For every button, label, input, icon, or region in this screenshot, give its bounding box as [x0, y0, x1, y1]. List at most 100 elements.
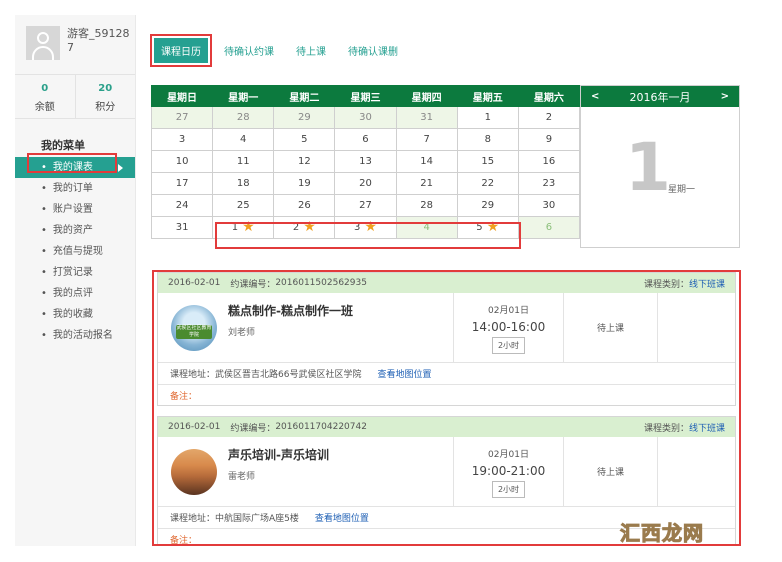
- sidebar-item-my-assets[interactable]: • 我的资产: [15, 220, 135, 241]
- calendar-week-row: 24 25 26 27 28 29 30: [150, 194, 581, 217]
- calendar-day[interactable]: 28: [212, 106, 275, 129]
- calendar-day[interactable]: 31: [395, 106, 458, 129]
- lesson-duration: 2小时: [491, 481, 526, 498]
- calendar-day[interactable]: 30: [517, 194, 581, 217]
- balance-value: 0: [41, 83, 49, 94]
- note-row: 备注：: [158, 385, 735, 405]
- course-name[interactable]: 声乐培训-声乐培训: [228, 446, 329, 463]
- lesson-day: 02月01日: [488, 306, 529, 316]
- lesson-day: 02月01日: [488, 450, 529, 460]
- prev-month-button[interactable]: <: [591, 91, 599, 102]
- tab-pending-class[interactable]: 待上课: [296, 43, 326, 58]
- calendar-day[interactable]: 2: [517, 106, 581, 129]
- calendar-week-row: 17 18 19 20 21 22 23: [150, 172, 581, 195]
- sidebar-item-my-reviews[interactable]: • 我的点评: [15, 283, 135, 304]
- calendar-day[interactable]: 7: [395, 128, 458, 151]
- calendar-day[interactable]: 29: [456, 194, 519, 217]
- calendar-day[interactable]: 21: [395, 172, 458, 195]
- balance-stat[interactable]: 0 余额: [15, 75, 76, 118]
- view-map-link[interactable]: 查看地图位置: [377, 367, 431, 380]
- lesson-actions: [658, 437, 735, 506]
- weekday-header: 星期二: [273, 85, 336, 107]
- calendar-day[interactable]: 6: [334, 128, 397, 151]
- sidebar-item-label: 我的点评: [52, 288, 93, 299]
- calendar-day[interactable]: 22: [456, 172, 519, 195]
- balance-label: 余额: [34, 102, 55, 113]
- weekday-header: 星期一: [212, 85, 275, 107]
- calendar-day[interactable]: 31: [150, 216, 214, 239]
- weekday-header: 星期三: [334, 85, 397, 107]
- calendar-day[interactable]: 6: [517, 216, 581, 239]
- sidebar-item-my-orders[interactable]: • 我的订单: [15, 178, 135, 199]
- calendar-day[interactable]: 15: [456, 150, 519, 173]
- calendar-day[interactable]: 11: [212, 150, 275, 173]
- calendar-day[interactable]: 13: [334, 150, 397, 173]
- lesson-card-header: 2016-02-01 约课编号： 2016011704220742 课程类别： …: [158, 417, 735, 437]
- course-thumbnail[interactable]: 武侯区社区教育学院: [171, 305, 217, 351]
- sidebar-item-label: 充值与提现: [52, 246, 103, 257]
- course-thumbnail[interactable]: [171, 449, 217, 495]
- view-map-link[interactable]: 查看地图位置: [315, 511, 369, 524]
- calendar-day[interactable]: 4: [212, 128, 275, 151]
- calendar-day[interactable]: 30: [334, 106, 397, 129]
- sidebar-item-recharge-withdraw[interactable]: • 充值与提现: [15, 241, 135, 262]
- sidebar-item-label: 打赏记录: [52, 267, 93, 278]
- calendar-day[interactable]: 3: [150, 128, 214, 151]
- course-type-link[interactable]: 线下班课: [689, 421, 725, 434]
- weekday-header: 星期四: [395, 85, 458, 107]
- weekday-header: 星期五: [456, 85, 519, 107]
- tab-course-calendar[interactable]: 课程日历: [150, 33, 212, 67]
- user-panel: 游客_591287: [15, 15, 135, 75]
- calendar-day[interactable]: 9: [517, 128, 581, 151]
- sidebar-item-account-settings[interactable]: • 账户设置: [15, 199, 135, 220]
- weekday-header: 星期六: [517, 85, 581, 107]
- sidebar-item-label: 账户设置: [52, 204, 93, 215]
- calendar-day[interactable]: 14: [395, 150, 458, 173]
- course-type-label: 课程类别：: [643, 279, 689, 290]
- calendar-day[interactable]: 16: [517, 150, 581, 173]
- calendar-day[interactable]: 19: [273, 172, 336, 195]
- tab-pending-confirm[interactable]: 待确认约课: [224, 43, 274, 58]
- course-type-link[interactable]: 线下班课: [689, 277, 725, 290]
- next-month-button[interactable]: >: [721, 91, 729, 102]
- watermark-logo: 汇西龙网: [620, 521, 704, 546]
- month-label: 2016年一月: [629, 90, 691, 104]
- sidebar-item-tip-records[interactable]: • 打赏记录: [15, 262, 135, 283]
- calendar-day[interactable]: 27: [334, 194, 397, 217]
- calendar-day[interactable]: 1: [456, 106, 519, 129]
- calendar-day[interactable]: 20: [334, 172, 397, 195]
- calendar-weekday-row: 星期日 星期一 星期二 星期三 星期四 星期五 星期六: [150, 85, 581, 107]
- calendar-day[interactable]: 27: [150, 106, 214, 129]
- calendar-day[interactable]: 5: [273, 128, 336, 151]
- note-label: 备注：: [170, 391, 198, 402]
- lesson-status: 待上课: [564, 293, 658, 362]
- calendar-day[interactable]: 17: [150, 172, 214, 195]
- calendar-day[interactable]: 26: [273, 194, 336, 217]
- sidebar-item-label: 我的收藏: [52, 309, 93, 320]
- calendar-day[interactable]: 28: [395, 194, 458, 217]
- calendar-day[interactable]: 18: [212, 172, 275, 195]
- calendar-day[interactable]: 24: [150, 194, 214, 217]
- lesson-date: 2016-02-01: [168, 278, 221, 288]
- lesson-card: 2016-02-01 约课编号： 2016011502562935 课程类别： …: [157, 272, 736, 406]
- calendar-day[interactable]: 10: [150, 150, 214, 173]
- calendar-day[interactable]: 25: [212, 194, 275, 217]
- lesson-card-header: 2016-02-01 约课编号： 2016011502562935 课程类别： …: [158, 273, 735, 293]
- selected-day-number: 1: [625, 129, 671, 206]
- lesson-time: 02月01日 14:00-16:00 2小时: [454, 293, 564, 362]
- course-name[interactable]: 糕点制作-糕点制作一班: [228, 302, 353, 319]
- avatar-icon[interactable]: [26, 26, 60, 60]
- sidebar-item-my-favorites[interactable]: • 我的收藏: [15, 304, 135, 325]
- lesson-status: 待上课: [564, 437, 658, 506]
- points-stat[interactable]: 20 积分: [76, 75, 136, 118]
- sidebar-item-my-events[interactable]: • 我的活动报名: [15, 325, 135, 346]
- highlight-box-stars: [215, 222, 521, 249]
- calendar-day[interactable]: 12: [273, 150, 336, 173]
- selected-day-panel: < 2016年一月 > 1 星期一: [580, 85, 740, 248]
- sidebar-item-label: 我的活动报名: [52, 330, 113, 341]
- calendar-day[interactable]: 8: [456, 128, 519, 151]
- calendar-day[interactable]: 29: [273, 106, 336, 129]
- lesson-card-body: 声乐培训-声乐培训 雷老师 02月01日 19:00-21:00 2小时 待上课: [158, 437, 735, 507]
- calendar-day[interactable]: 23: [517, 172, 581, 195]
- tab-pending-delete[interactable]: 待确认课删: [348, 43, 398, 58]
